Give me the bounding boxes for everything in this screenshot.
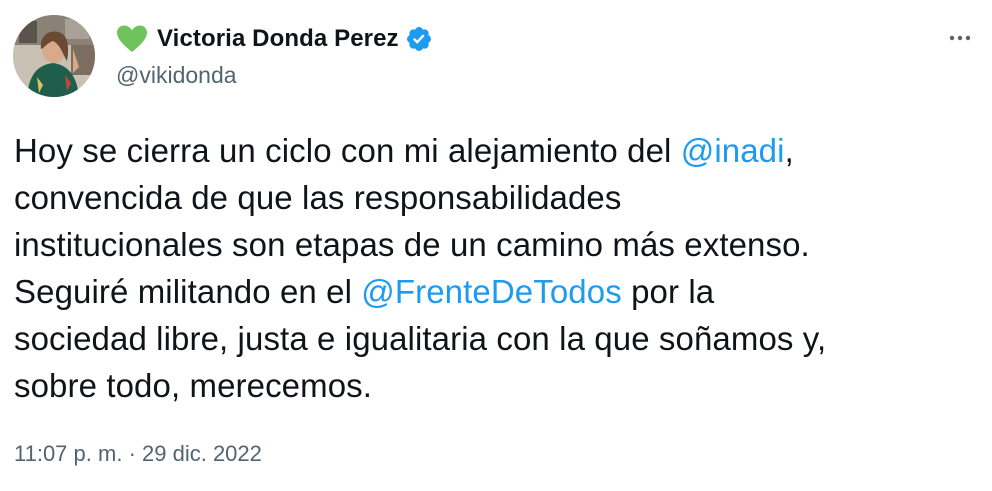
tweet-card: Victoria Donda Perez @vikidonda Hoy se c… — [0, 0, 992, 491]
tweet-text-line: convencida de que las responsabilidades — [14, 179, 622, 216]
tweet-timestamp: 11:07 p. m. · 29 dic. 2022 — [14, 440, 262, 468]
more-options-icon — [948, 29, 972, 47]
author-display-name[interactable]: Victoria Donda Perez — [157, 24, 399, 54]
tweet-text-line: sobre todo, merecemos. — [14, 367, 373, 404]
tweet-time-link[interactable]: 11:07 p. m. — [14, 441, 122, 466]
avatar[interactable] — [13, 15, 95, 97]
mention-link-frentedetodos[interactable]: @FrenteDeTodos — [361, 273, 622, 310]
tweet-text-line: Seguiré militando en el @FrenteDeTodos p… — [14, 268, 974, 315]
tweet-text-line: institucionales son etapas de un camino … — [14, 226, 810, 263]
verified-badge-icon — [405, 25, 433, 53]
tweet-date-link[interactable]: 29 dic. 2022 — [142, 441, 262, 466]
tweet-text-segment: Seguiré militando en el — [14, 273, 362, 310]
mention-link-inadi[interactable]: @inadi — [681, 132, 785, 169]
tweet-text: Hoy se cierra un ciclo con mi alejamient… — [14, 127, 974, 409]
tweet-text-segment: Hoy se cierra un ciclo con mi alejamient… — [14, 132, 681, 169]
green-heart-icon — [116, 24, 148, 54]
tweet-text-segment: , — [784, 132, 794, 169]
author-handle[interactable]: @vikidonda — [116, 61, 932, 89]
timestamp-separator: · — [128, 441, 136, 466]
avatar-photo — [13, 15, 95, 97]
tweet-text-segment: por la — [621, 273, 715, 310]
author-name-row[interactable]: Victoria Donda Perez — [116, 22, 932, 56]
tweet-text-line: sociedad libre, justa e igualitaria con … — [14, 320, 827, 357]
tweet-header: Victoria Donda Perez @vikidonda — [116, 22, 932, 89]
tweet-text-line: Hoy se cierra un ciclo con mi alejamient… — [14, 127, 974, 174]
more-options-button[interactable] — [944, 26, 976, 50]
